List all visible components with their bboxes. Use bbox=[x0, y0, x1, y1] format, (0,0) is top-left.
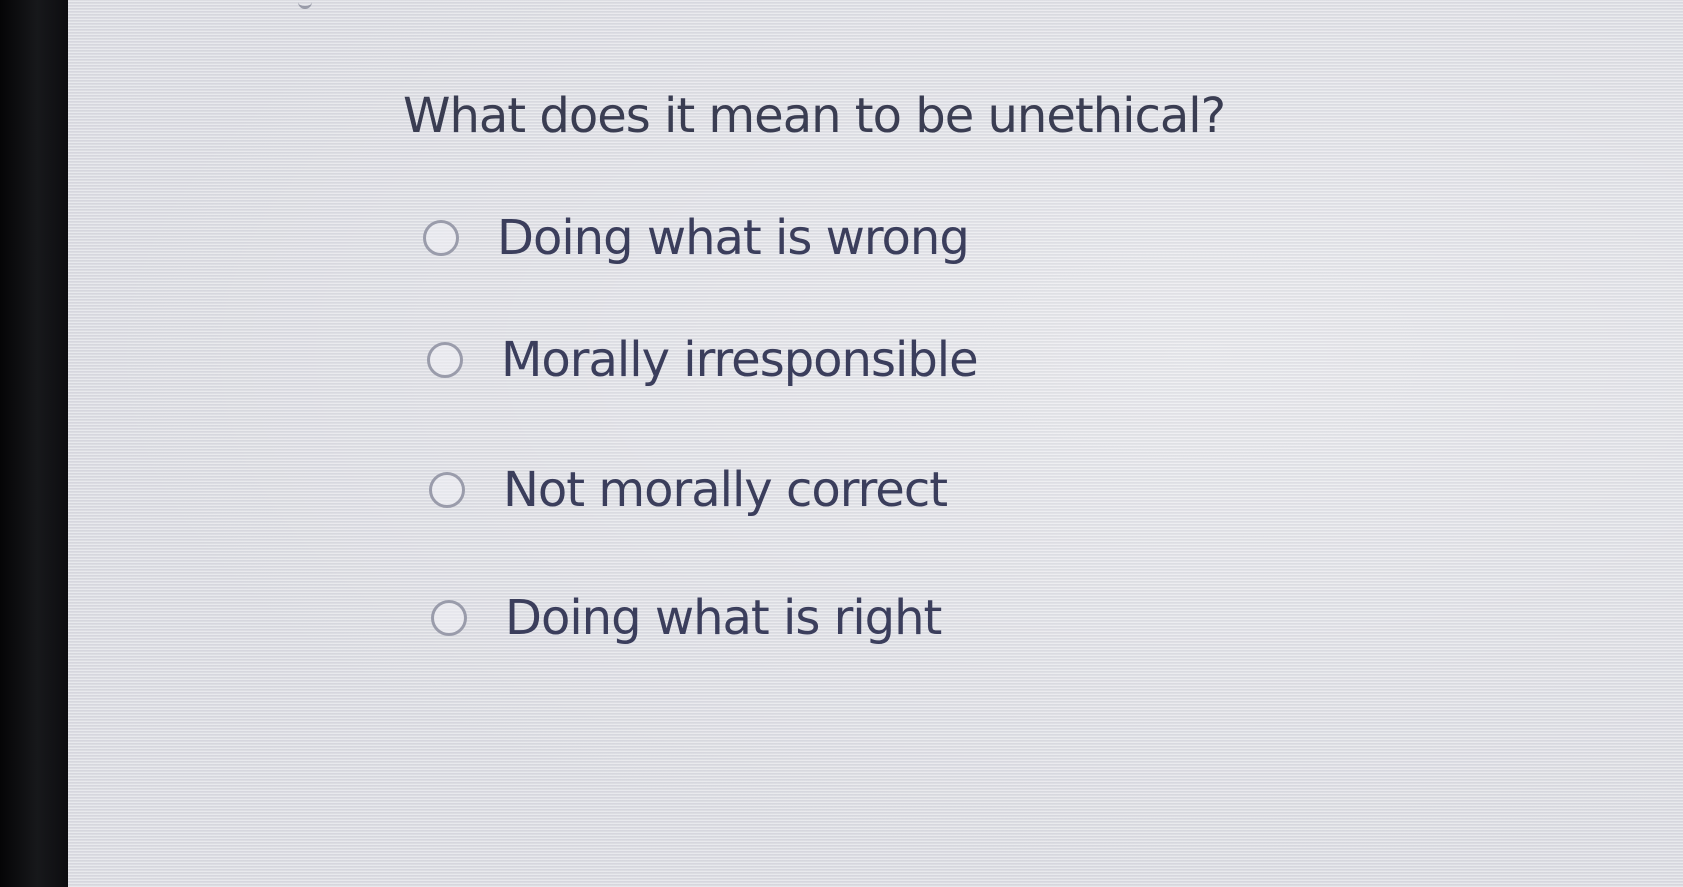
radio-unchecked-icon[interactable] bbox=[429, 472, 465, 508]
answer-option-2[interactable]: Morally irresponsible bbox=[427, 332, 979, 388]
answer-option-label: Not morally correct bbox=[503, 462, 948, 518]
answer-option-label: Doing what is wrong bbox=[497, 210, 970, 266]
answer-option-4[interactable]: Doing what is right bbox=[431, 590, 942, 646]
monitor-bezel bbox=[0, 0, 68, 887]
quiz-screen: What does it mean to be unethical? Doing… bbox=[68, 0, 1683, 887]
answer-option-3[interactable]: Not morally correct bbox=[429, 462, 948, 518]
answer-option-1[interactable]: Doing what is wrong bbox=[423, 210, 970, 266]
question-text: What does it mean to be unethical? bbox=[403, 88, 1226, 144]
radio-unchecked-icon[interactable] bbox=[427, 342, 463, 378]
cropped-glyph-fragment bbox=[298, 0, 312, 9]
radio-unchecked-icon[interactable] bbox=[423, 220, 459, 256]
answer-option-label: Doing what is right bbox=[505, 590, 942, 646]
answer-option-label: Morally irresponsible bbox=[501, 332, 979, 388]
radio-unchecked-icon[interactable] bbox=[431, 600, 467, 636]
